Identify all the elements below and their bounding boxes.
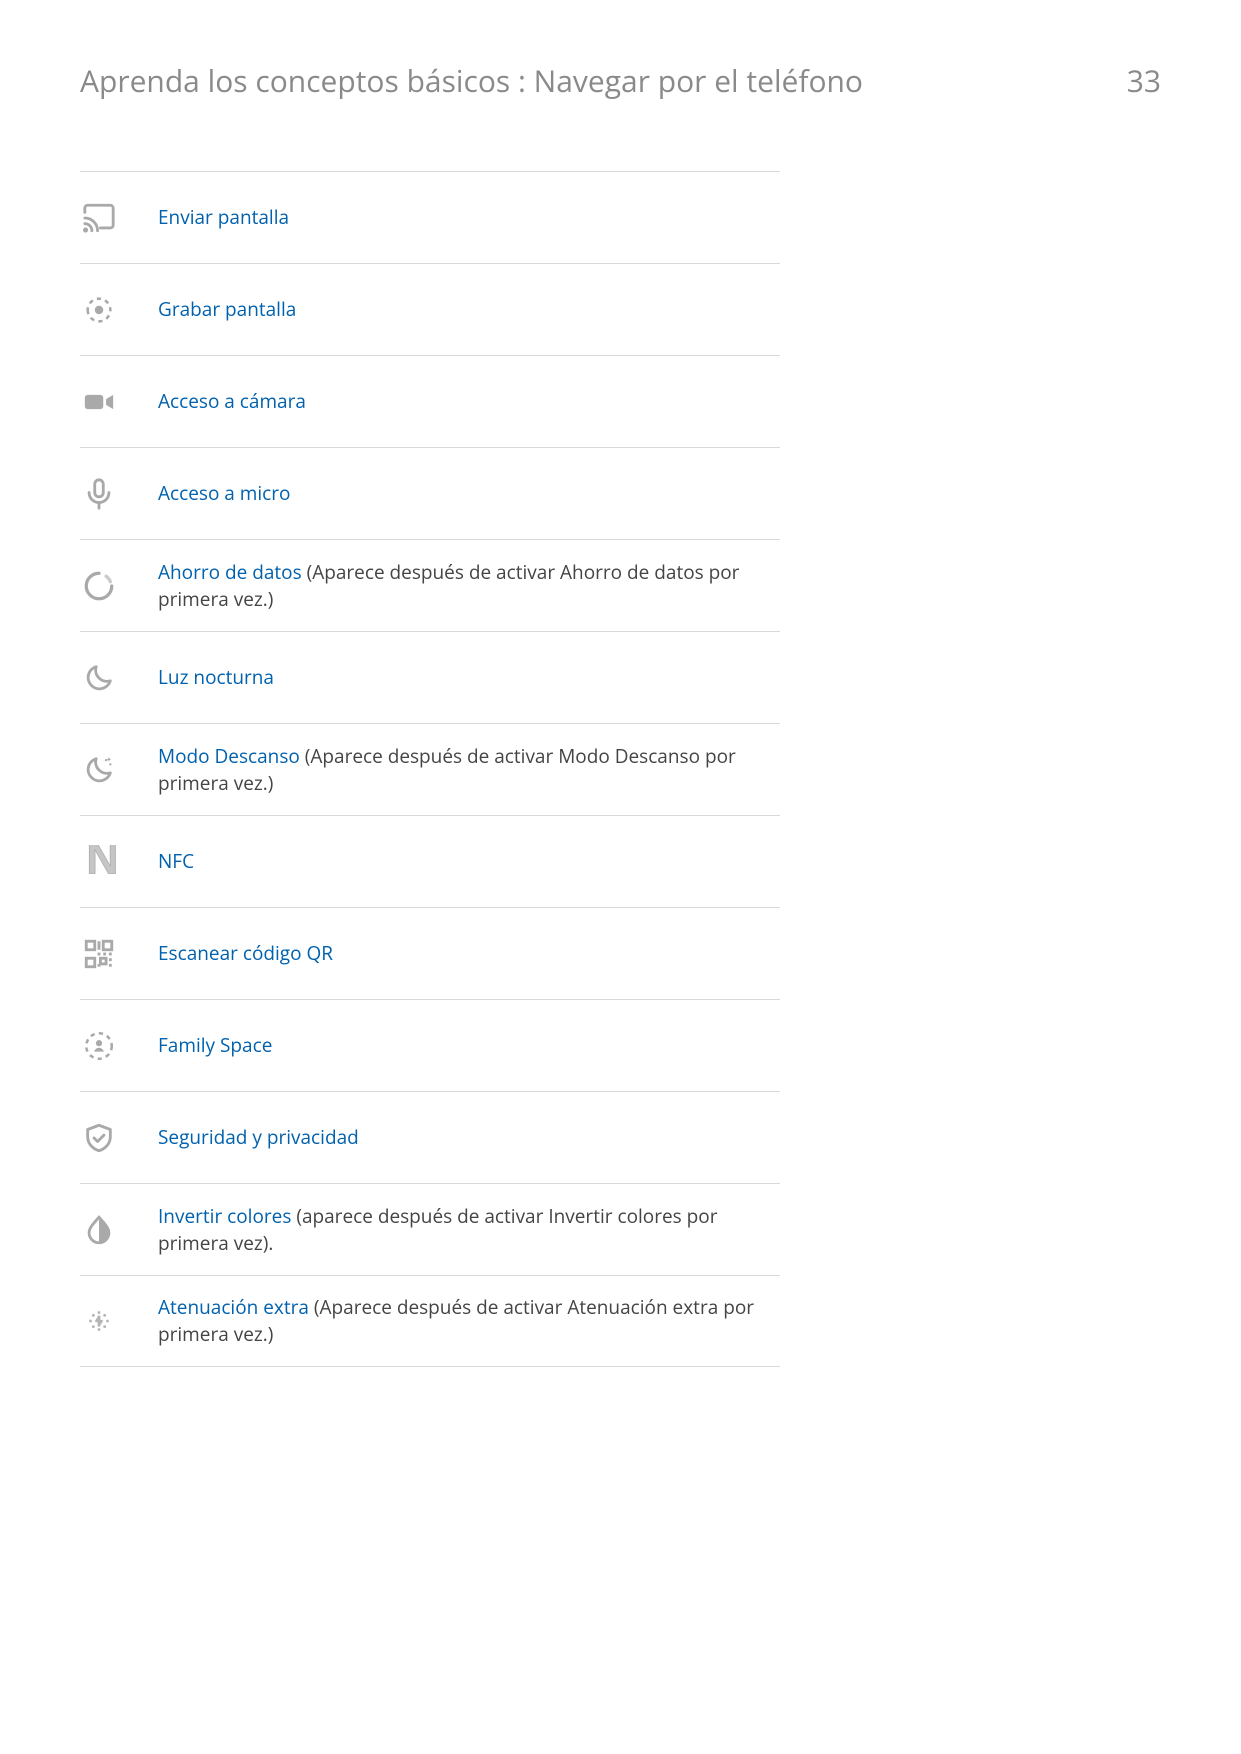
table-row: Acceso a micro [80,447,780,539]
mic-icon [80,477,158,511]
bedtime-icon [80,753,158,787]
table-row: Acceso a cámara [80,355,780,447]
shield-check-icon [80,1121,158,1155]
icon-table: Enviar pantalla Grabar pantalla [80,171,780,1367]
link-text[interactable]: Family Space [158,1032,272,1058]
link-text[interactable]: Atenuación extra [158,1294,309,1320]
cell-text: Grabar pantalla [158,296,780,323]
extra-dim-icon [80,1304,158,1338]
link-text[interactable]: Enviar pantalla [158,204,289,230]
table-row: Ahorro de datos (Aparece después de acti… [80,539,780,631]
link-text[interactable]: Seguridad y privacidad [158,1124,359,1150]
page-number: 33 [1127,60,1161,101]
link-text[interactable]: Acceso a micro [158,480,290,506]
qr-icon [80,937,158,971]
cell-text: Seguridad y privacidad [158,1124,780,1151]
cell-text: Acceso a micro [158,480,780,507]
cell-text: Enviar pantalla [158,204,780,231]
cell-text: Acceso a cámara [158,388,780,415]
invert-colors-icon [80,1213,158,1247]
link-text[interactable]: Grabar pantalla [158,296,296,322]
cell-text: Luz nocturna [158,664,780,691]
link-text[interactable]: Luz nocturna [158,664,274,690]
table-row: Grabar pantalla [80,263,780,355]
table-row: N NFC [80,815,780,907]
table-row: Family Space [80,999,780,1091]
cell-text: Ahorro de datos (Aparece después de acti… [158,559,780,612]
link-text[interactable]: NFC [158,848,194,874]
page-title: Aprenda los conceptos básicos : Navegar … [80,60,863,101]
table-row: Atenuación extra (Aparece después de act… [80,1275,780,1367]
cell-text: Modo Descanso (Aparece después de activa… [158,743,780,796]
svg-text:N: N [86,845,116,879]
data-saver-icon [80,569,158,603]
cell-text: Family Space [158,1032,780,1059]
cell-text: NFC [158,848,780,875]
table-row: Seguridad y privacidad [80,1091,780,1183]
table-row: Escanear código QR [80,907,780,999]
cast-icon [80,201,158,235]
nfc-icon: N [80,845,158,879]
moon-icon [80,661,158,695]
record-icon [80,293,158,327]
page-header: Aprenda los conceptos básicos : Navegar … [80,60,1161,101]
table-row: Enviar pantalla [80,171,780,263]
link-text[interactable]: Ahorro de datos [158,559,302,585]
link-text[interactable]: Acceso a cámara [158,388,306,414]
link-text[interactable]: Modo Descanso [158,743,300,769]
link-text[interactable]: Invertir colores [158,1203,291,1229]
page: Aprenda los conceptos básicos : Navegar … [0,0,1241,1754]
table-row: Modo Descanso (Aparece después de activa… [80,723,780,815]
cell-text: Atenuación extra (Aparece después de act… [158,1294,780,1347]
link-text[interactable]: Escanear código QR [158,940,333,966]
table-row: Invertir colores (aparece después de act… [80,1183,780,1275]
camera-icon [80,385,158,419]
cell-text: Invertir colores (aparece después de act… [158,1203,780,1256]
family-space-icon [80,1029,158,1063]
table-row: Luz nocturna [80,631,780,723]
cell-text: Escanear código QR [158,940,780,967]
